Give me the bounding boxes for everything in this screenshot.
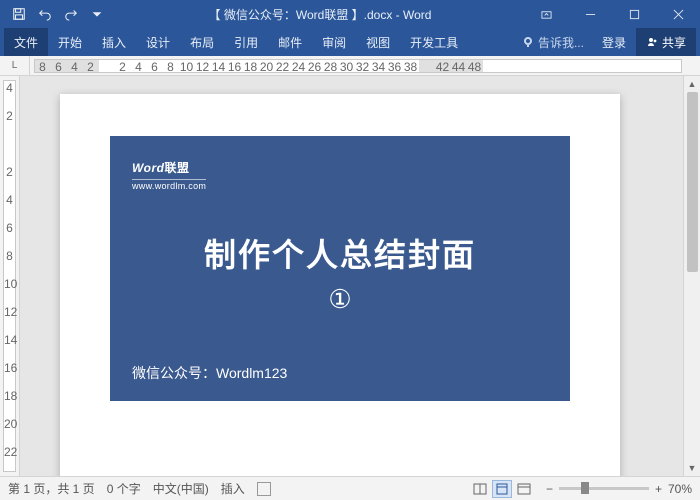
zoom-slider[interactable] bbox=[559, 487, 649, 490]
redo-icon[interactable] bbox=[60, 3, 82, 25]
status-mode[interactable]: 插入 bbox=[221, 480, 245, 497]
view-web-icon[interactable] bbox=[514, 480, 534, 498]
tab-references[interactable]: 引用 bbox=[224, 28, 268, 56]
minimize-icon[interactable] bbox=[568, 0, 612, 28]
maximize-icon[interactable] bbox=[612, 0, 656, 28]
view-read-icon[interactable] bbox=[470, 480, 490, 498]
tab-layout[interactable]: 布局 bbox=[180, 28, 224, 56]
cover-number: ① bbox=[132, 284, 548, 315]
cover-subtitle: 微信公众号：Wordlm123 bbox=[132, 363, 548, 383]
close-icon[interactable] bbox=[656, 0, 700, 28]
cover-logo: Word联盟 bbox=[132, 152, 548, 178]
tell-me[interactable]: 告诉我... bbox=[514, 34, 592, 51]
scroll-down-icon[interactable]: ▼ bbox=[684, 460, 700, 476]
tab-home[interactable]: 开始 bbox=[48, 28, 92, 56]
login-button[interactable]: 登录 bbox=[592, 28, 636, 56]
page: Word联盟 www.wordlm.com 制作个人总结封面 ① 微信公众号：W… bbox=[60, 94, 620, 476]
cover-block: Word联盟 www.wordlm.com 制作个人总结封面 ① 微信公众号：W… bbox=[110, 136, 570, 401]
scroll-thumb[interactable] bbox=[687, 92, 698, 272]
tab-developer[interactable]: 开发工具 bbox=[400, 28, 468, 56]
status-words[interactable]: 0 个字 bbox=[107, 480, 141, 497]
status-page[interactable]: 第 1 页，共 1 页 bbox=[8, 480, 95, 497]
tab-review[interactable]: 审阅 bbox=[312, 28, 356, 56]
scroll-up-icon[interactable]: ▲ bbox=[684, 76, 700, 92]
undo-icon[interactable] bbox=[34, 3, 56, 25]
tab-file[interactable]: 文件 bbox=[4, 28, 48, 56]
save-icon[interactable] bbox=[8, 3, 30, 25]
ruler-corner[interactable]: L bbox=[0, 56, 30, 75]
horizontal-ruler[interactable]: 8642246810121416182022242628303234363842… bbox=[34, 59, 682, 73]
tab-mailings[interactable]: 邮件 bbox=[268, 28, 312, 56]
tab-view[interactable]: 视图 bbox=[356, 28, 400, 56]
vertical-scrollbar[interactable]: ▲ ▼ bbox=[683, 76, 700, 476]
view-print-icon[interactable] bbox=[492, 480, 512, 498]
tab-design[interactable]: 设计 bbox=[136, 28, 180, 56]
macro-record-icon[interactable] bbox=[257, 482, 271, 496]
zoom-level[interactable]: 70% bbox=[668, 482, 692, 496]
share-button[interactable]: 共享 bbox=[636, 28, 696, 56]
qat-more-icon[interactable] bbox=[86, 3, 108, 25]
tab-insert[interactable]: 插入 bbox=[92, 28, 136, 56]
zoom-out-button[interactable]: − bbox=[546, 482, 553, 496]
cover-title: 制作个人总结封面 bbox=[132, 230, 548, 276]
document-canvas[interactable]: Word联盟 www.wordlm.com 制作个人总结封面 ① 微信公众号：W… bbox=[20, 76, 683, 476]
status-lang[interactable]: 中文(中国) bbox=[153, 480, 209, 497]
cover-url: www.wordlm.com bbox=[132, 179, 206, 191]
zoom-in-button[interactable]: + bbox=[655, 482, 662, 496]
vertical-ruler[interactable]: 42246810121416182022 bbox=[3, 80, 16, 472]
window-title: 【 微信公众号：Word联盟 】.docx - Word bbox=[116, 6, 524, 23]
ribbon-options-icon[interactable] bbox=[524, 0, 568, 28]
